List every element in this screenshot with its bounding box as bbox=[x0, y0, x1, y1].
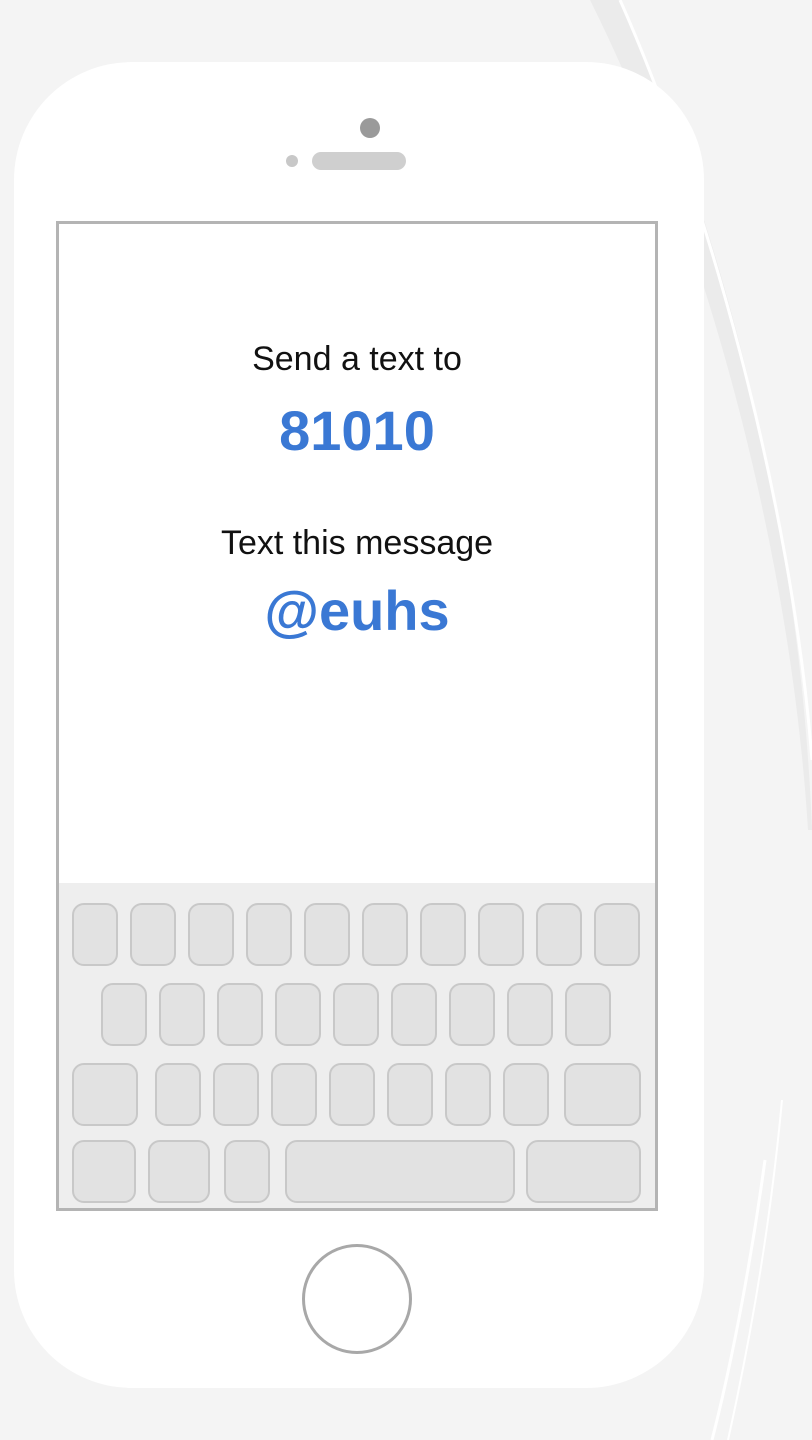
keyboard-key bbox=[391, 983, 437, 1046]
phone-illustration: Send a text to 81010 Text this message @… bbox=[14, 62, 704, 1388]
message-code: @euhs bbox=[264, 579, 450, 642]
phone-number: 81010 bbox=[279, 399, 435, 462]
keyboard-key bbox=[217, 983, 263, 1046]
keyboard-key bbox=[271, 1063, 317, 1126]
keyboard-key bbox=[507, 983, 553, 1046]
keyboard-key bbox=[275, 983, 321, 1046]
keyboard-key bbox=[526, 1140, 641, 1203]
keyboard-key bbox=[387, 1063, 433, 1126]
keyboard-key bbox=[478, 903, 524, 966]
text-message-label: Text this message bbox=[220, 524, 494, 562]
keyboard-key bbox=[565, 983, 611, 1046]
keyboard-space-key bbox=[285, 1140, 515, 1203]
keyboard-key bbox=[224, 1140, 270, 1203]
keyboard-key bbox=[329, 1063, 375, 1126]
send-text-label: Send a text to bbox=[252, 340, 462, 378]
keyboard-key bbox=[445, 1063, 491, 1126]
camera-dot-icon bbox=[360, 118, 380, 138]
keyboard-key bbox=[188, 903, 234, 966]
keyboard-key bbox=[130, 903, 176, 966]
keyboard-key bbox=[449, 983, 495, 1046]
keyboard-key bbox=[333, 983, 379, 1046]
keyboard-key bbox=[304, 903, 350, 966]
keyboard-key bbox=[155, 1063, 201, 1126]
keyboard-key bbox=[246, 903, 292, 966]
keyboard-key bbox=[72, 1140, 136, 1203]
keyboard-key bbox=[503, 1063, 549, 1126]
keyboard-key bbox=[72, 1063, 138, 1126]
keyboard-key bbox=[101, 983, 147, 1046]
home-button bbox=[302, 1244, 412, 1354]
keyboard-key bbox=[213, 1063, 259, 1126]
keyboard-key bbox=[72, 903, 118, 966]
phone-screen: Send a text to 81010 Text this message @… bbox=[56, 221, 658, 1211]
keyboard-key bbox=[159, 983, 205, 1046]
sensor-dot-icon bbox=[286, 155, 298, 167]
keyboard-key bbox=[536, 903, 582, 966]
keyboard-illustration bbox=[59, 883, 655, 1208]
keyboard-key bbox=[420, 903, 466, 966]
keyboard-key bbox=[362, 903, 408, 966]
keyboard-key bbox=[148, 1140, 210, 1203]
keyboard-key bbox=[564, 1063, 641, 1126]
keyboard-key bbox=[594, 903, 640, 966]
speaker-grille-icon bbox=[312, 152, 406, 170]
